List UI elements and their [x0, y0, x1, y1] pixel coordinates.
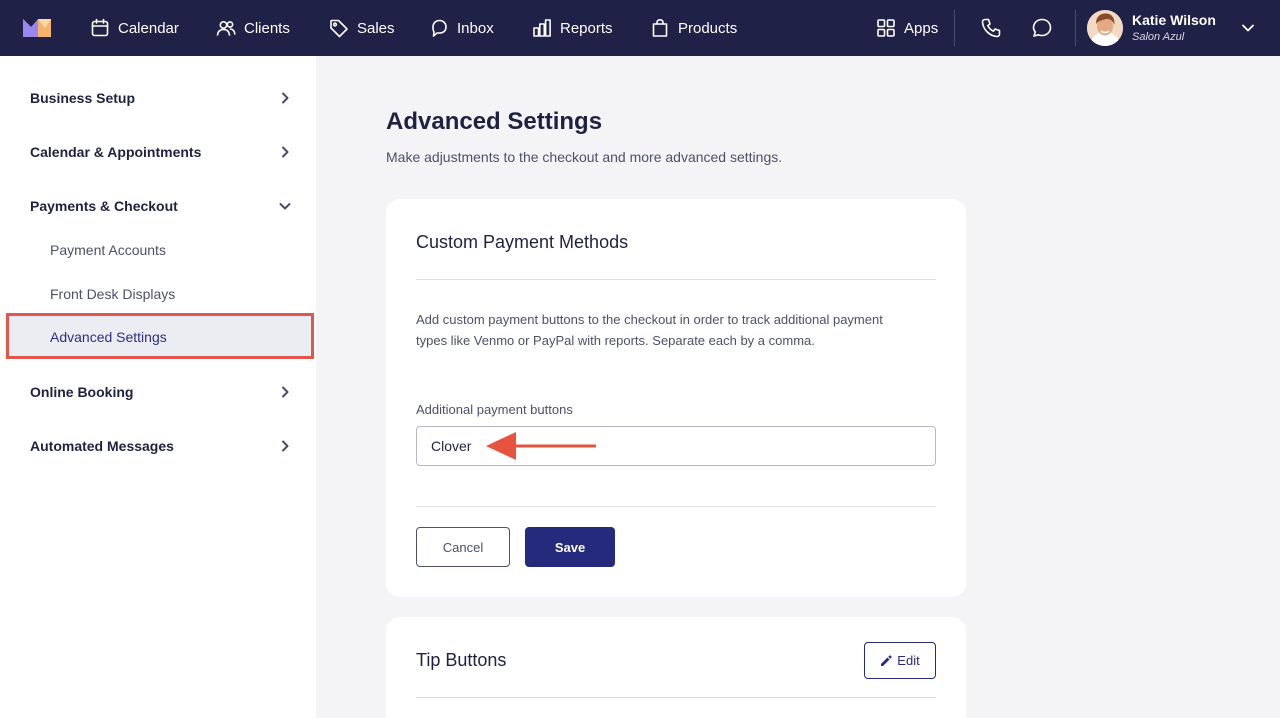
settings-sidebar: Business Setup Calendar & Appointments P… [0, 56, 316, 718]
sidebar-section-online-booking[interactable]: Online Booking [30, 380, 292, 404]
sidebar-item-payment-accounts[interactable]: Payment Accounts [50, 242, 166, 258]
chat-button[interactable] [1028, 14, 1056, 42]
phone-icon [981, 18, 1001, 38]
nav-apps-label: Apps [904, 19, 939, 37]
chevron-down-icon [1242, 24, 1254, 32]
nav-sales-label: Sales [357, 19, 395, 37]
nav-apps[interactable]: Apps [876, 0, 938, 56]
pencil-icon [881, 654, 892, 666]
nav-clients[interactable]: Clients [216, 0, 290, 56]
inbox-icon [432, 19, 447, 37]
nav-reports[interactable]: Reports [532, 0, 613, 56]
tag-icon [330, 19, 348, 38]
top-nav-bar: Calendar Clients Sales Inbox Reports Pro… [0, 0, 1280, 56]
nav-reports-label: Reports [560, 19, 613, 37]
nav-divider [954, 10, 955, 46]
save-button[interactable]: Save [525, 527, 615, 567]
additional-payment-buttons-label: Additional payment buttons [416, 402, 573, 417]
nav-products-label: Products [678, 19, 738, 37]
cancel-button[interactable]: Cancel [416, 527, 510, 567]
user-menu-toggle[interactable] [1238, 18, 1258, 38]
card-title: Custom Payment Methods [416, 232, 629, 252]
user-avatar[interactable] [1087, 10, 1123, 46]
nav-divider [1075, 10, 1076, 46]
nav-sales[interactable]: Sales [329, 0, 395, 56]
nav-inbox[interactable]: Inbox [429, 0, 494, 56]
sidebar-section-automated-messages[interactable]: Automated Messages [30, 434, 292, 458]
sidebar-section-business-setup[interactable]: Business Setup [30, 86, 292, 110]
phone-button[interactable] [977, 14, 1005, 42]
shopping-bag-icon [652, 19, 668, 37]
chevron-right-icon [282, 92, 289, 104]
edit-button[interactable]: Edit [864, 642, 936, 679]
sidebar-item-front-desk-displays[interactable]: Front Desk Displays [50, 286, 175, 302]
sidebar-section-calendar-appointments[interactable]: Calendar & Appointments [30, 140, 292, 164]
user-avatar-image [1087, 10, 1123, 46]
users-icon [216, 20, 236, 36]
user-business-name: Salon Azul [1132, 31, 1185, 43]
nav-inbox-label: Inbox [457, 19, 494, 37]
custom-payment-methods-card: Custom Payment Methods Add custom paymen… [386, 199, 966, 597]
sidebar-item-label: Advanced Settings [50, 329, 167, 345]
sidebar-item-advanced-settings[interactable]: Advanced Settings [6, 313, 314, 359]
chat-bubble-icon [1032, 18, 1052, 37]
annotation-arrow [486, 432, 596, 460]
tip-buttons-card: Tip Buttons Edit [386, 617, 966, 718]
divider [416, 279, 936, 280]
nav-calendar[interactable]: Calendar [90, 0, 179, 56]
sidebar-section-payments-checkout[interactable]: Payments & Checkout [30, 194, 292, 218]
page-title: Advanced Settings [386, 108, 603, 135]
user-name[interactable]: Katie Wilson [1132, 12, 1216, 28]
page-subtitle: Make adjustments to the checkout and mor… [386, 149, 783, 165]
chevron-down-icon [279, 203, 291, 210]
calendar-icon [91, 18, 109, 37]
sidebar-section-label: Automated Messages [30, 438, 174, 454]
bar-chart-icon [533, 19, 551, 37]
edit-button-label: Edit [897, 653, 920, 668]
chevron-right-icon [282, 146, 289, 158]
sidebar-section-label: Calendar & Appointments [30, 144, 202, 160]
chevron-right-icon [282, 440, 289, 452]
nav-calendar-label: Calendar [118, 19, 179, 37]
nav-products[interactable]: Products [650, 0, 737, 56]
divider [416, 506, 936, 507]
sidebar-section-label: Business Setup [30, 90, 136, 106]
sidebar-section-label: Online Booking [30, 384, 134, 400]
chevron-right-icon [282, 386, 289, 398]
card-description: Add custom payment buttons to the checko… [416, 312, 883, 348]
divider [416, 697, 936, 698]
apps-grid-icon [877, 19, 895, 37]
card-title: Tip Buttons [416, 650, 507, 670]
mangomint-logo[interactable] [22, 16, 52, 38]
sidebar-section-label: Payments & Checkout [30, 198, 178, 214]
nav-clients-label: Clients [244, 19, 290, 37]
